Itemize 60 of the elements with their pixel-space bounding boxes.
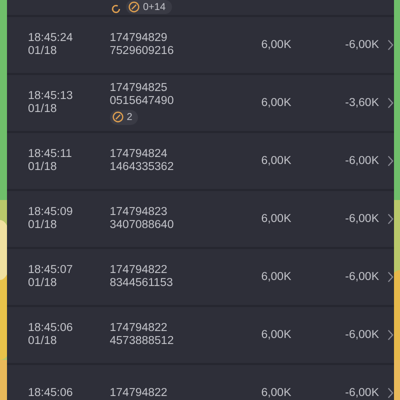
chevron-right-icon: [387, 39, 394, 51]
list-row[interactable]: 18:45:24 01/18 174794829 7529609216 6,00K -6,00K: [7, 17, 394, 73]
net-amount-text: -6,00K: [344, 155, 379, 167]
chevron-right-icon: [387, 387, 394, 399]
chevron-right-icon: [387, 271, 394, 283]
chevron-right-icon: [387, 97, 394, 109]
list-row[interactable]: 18:45:06 174794822 6,00K -6,00K: [7, 365, 394, 400]
time-text: 18:45:24: [28, 32, 74, 45]
list-row[interactable]: 18:45:11 01/18 174794824 1464335362 6,00K -6,00K: [7, 133, 394, 189]
order-id-text: 174794825: [110, 82, 168, 94]
order-id-text: 8344561153: [110, 277, 174, 290]
net-amount-text: -3,60K: [344, 97, 379, 109]
order-id-text: 1464335362: [110, 161, 175, 174]
amount-text: 6,00K: [260, 97, 292, 109]
time-text: 18:45:06: [28, 386, 74, 400]
list-row[interactable]: 18:45:06 01/18 174794822 4573888512 6,00K -6,00K: [7, 307, 394, 363]
order-id-text: 174794822: [110, 264, 168, 277]
date-text: 01/18: [28, 103, 58, 116]
coin-icon: [128, 1, 140, 13]
order-id-text: 3407088640: [110, 219, 175, 232]
count-badge: 2: [110, 110, 138, 124]
date-text: 01/18: [28, 219, 58, 232]
amount-text: 6,00K: [260, 155, 292, 167]
order-id-text: 174794829: [110, 32, 168, 45]
chevron-right-icon: [387, 329, 394, 341]
amount-text: 6,00K: [260, 213, 292, 225]
time-text: 18:45:07: [28, 264, 74, 277]
list-row[interactable]: 18:45:09 01/18 174794823 3407088640 6,00K -6,00K: [7, 191, 394, 247]
date-text: 01/18: [28, 45, 58, 58]
order-id-text: 4573888512: [110, 335, 175, 348]
order-id-text: 174794822: [110, 386, 168, 400]
net-amount-text: -6,00K: [344, 329, 379, 341]
net-amount-text: -6,00K: [344, 271, 379, 283]
order-id-text: 7529609216: [110, 45, 175, 58]
net-amount-text: -6,00K: [344, 387, 379, 399]
date-text: 01/18: [28, 335, 58, 348]
net-amount-text: -6,00K: [344, 39, 379, 51]
order-id-text: 0515647490: [110, 94, 175, 108]
date-text: 01/18: [28, 161, 58, 174]
list-row[interactable]: 18:45:13 01/18 174794825 0515647490 2 6,00K -3,60K: [7, 75, 394, 131]
chevron-right-icon: [387, 213, 394, 225]
amount-text: 6,00K: [260, 39, 292, 51]
order-id-text: 174794822: [110, 322, 168, 335]
chevron-right-icon: [387, 155, 394, 167]
amount-text: 6,00K: [260, 329, 292, 341]
date-text: 01/18: [28, 277, 58, 290]
count-badge: 0+14: [126, 0, 172, 14]
coin-icon: [112, 111, 124, 123]
amount-text: 6,00K: [260, 387, 292, 399]
order-id-text: 174794823: [110, 206, 168, 219]
time-text: 18:45:11: [28, 148, 73, 161]
amount-text: 6,00K: [260, 271, 292, 283]
order-id-text: 174794824: [110, 148, 168, 161]
net-amount-text: -6,00K: [344, 213, 379, 225]
time-text: 18:45:09: [28, 206, 74, 219]
time-text: 18:45:13: [28, 90, 74, 103]
time-text: 18:45:06: [28, 322, 74, 335]
refresh-icon: [110, 3, 122, 15]
list-row[interactable]: 18:45:07 01/18 174794822 8344561153 6,00K -6,00K: [7, 249, 394, 305]
list-row[interactable]: 0+14: [7, 0, 394, 15]
